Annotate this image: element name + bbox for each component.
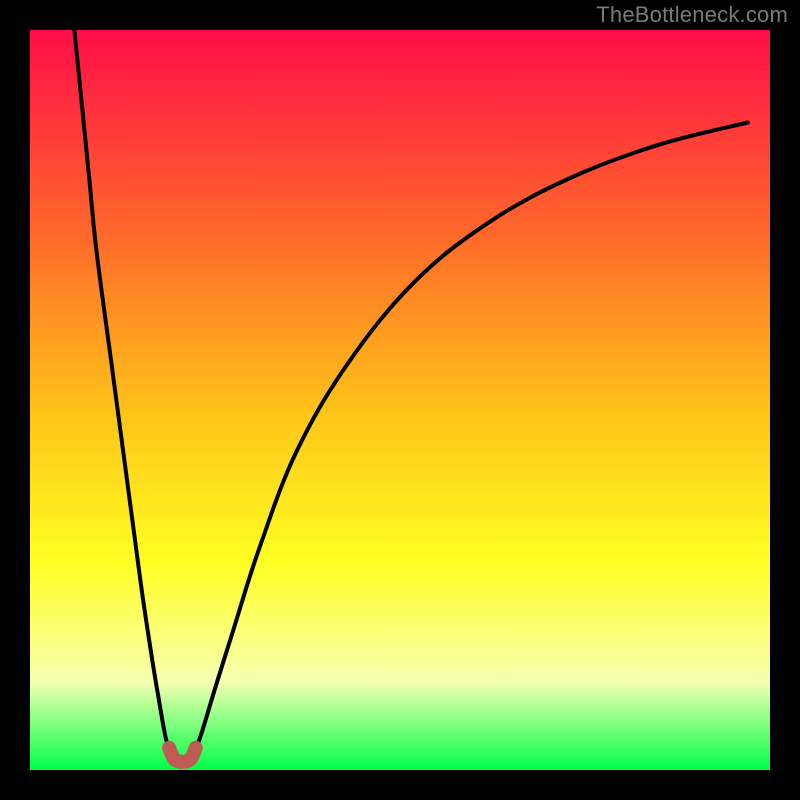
plot-background [30, 30, 770, 770]
chart-stage: TheBottleneck.com [0, 0, 800, 800]
bottleneck-chart [0, 0, 800, 800]
watermark-text: TheBottleneck.com [596, 2, 788, 28]
